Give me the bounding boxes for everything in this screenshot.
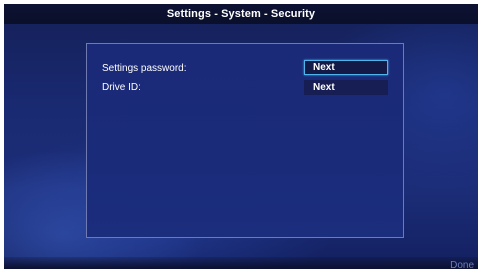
bottom-bar [4, 257, 478, 269]
drive-id-next-button[interactable]: Next [304, 80, 388, 95]
settings-password-next-button[interactable]: Next [304, 60, 388, 75]
media-center-screen: Settings - System - Security Settings pa… [4, 4, 478, 269]
done-button[interactable]: Done [450, 260, 474, 269]
settings-password-label: Settings password: [102, 63, 187, 74]
drive-id-label: Drive ID: [102, 82, 141, 93]
page-title: Settings - System - Security [166, 8, 316, 20]
